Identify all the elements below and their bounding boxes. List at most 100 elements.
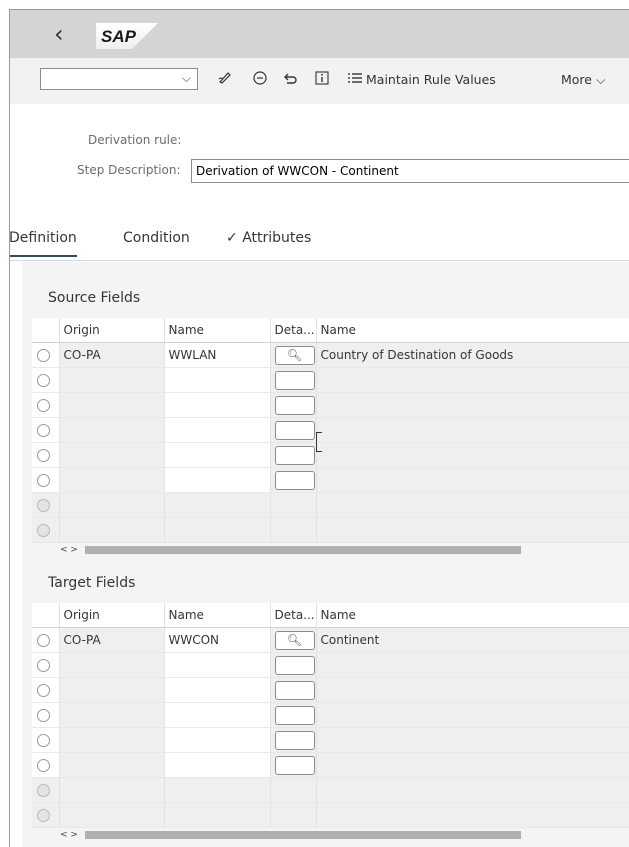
name-cell[interactable]: WWCON [164,627,271,653]
detail-button[interactable] [274,420,315,440]
row-selector[interactable] [32,627,60,653]
derivation-rule-label: Derivation rule: [88,133,182,147]
detail-cell [270,802,317,828]
scrollbar-thumb[interactable] [85,831,521,839]
description-cell [316,417,629,443]
description-cell: Country of Destination of Goods [316,342,629,368]
info-icon[interactable] [314,70,330,91]
column-header-name: Name [164,318,271,343]
detail-button[interactable] [274,470,315,490]
row-selector[interactable] [32,342,60,368]
name-cell[interactable] [164,752,271,778]
minus-circle-icon[interactable] [252,70,268,91]
detail-cell [270,752,317,778]
name-cell[interactable] [164,417,271,443]
tab-bar: Definition Condition ✓ Attributes [10,228,629,262]
table-row[interactable] [32,467,629,493]
name-cell[interactable] [164,702,271,728]
detail-button[interactable] [274,655,315,675]
table-row[interactable] [32,417,629,443]
radio-button[interactable] [37,709,50,722]
radio-button[interactable] [37,684,50,697]
table-row[interactable] [32,367,629,393]
name-cell[interactable] [164,367,271,393]
detail-button[interactable] [274,370,315,390]
table-row[interactable] [32,727,629,753]
more-button[interactable]: More ⌵ [561,71,605,89]
table-row[interactable]: CO-PA WWLAN 🔍︎ Country of Destination of… [32,342,629,368]
radio-button[interactable] [37,399,50,412]
radio-button [37,524,50,537]
row-selector[interactable] [32,752,60,778]
target-horizontal-scrollbar[interactable]: < > [32,830,629,840]
detail-button[interactable] [274,445,315,465]
scroll-arrows-icon[interactable]: < > [60,545,78,555]
origin-cell [59,517,165,543]
radio-button[interactable] [37,659,50,672]
detail-button[interactable] [274,755,315,775]
scroll-arrows-icon[interactable]: < > [60,830,78,840]
detail-button[interactable] [274,730,315,750]
name-cell[interactable] [164,727,271,753]
target-fields-title: Target Fields [48,575,136,591]
row-selector[interactable] [32,392,60,418]
detail-button[interactable] [274,705,315,725]
name-cell[interactable] [164,652,271,678]
name-cell[interactable] [164,467,271,493]
undo-icon[interactable] [283,70,299,91]
table-row[interactable]: CO-PA WWCON 🔍︎ Continent [32,627,629,653]
detail-button[interactable]: 🔍︎ [274,630,315,650]
detail-cell: 🔍︎ [270,342,317,368]
target-fields-table: Origin Name Deta... Name CO-PA WWCON 🔍︎ … [32,603,629,828]
list-icon[interactable] [347,70,363,91]
row-selector[interactable] [32,652,60,678]
row-selector[interactable] [32,702,60,728]
radio-button[interactable] [37,474,50,487]
scrollbar-thumb[interactable] [85,546,521,554]
tab-divider [10,260,629,261]
table-row[interactable] [32,752,629,778]
row-selector[interactable] [32,442,60,468]
radio-button[interactable] [37,349,50,362]
table-row[interactable] [32,677,629,703]
table-row[interactable] [32,652,629,678]
step-description-input[interactable]: Derivation of WWCON - Continent [191,159,629,183]
name-cell[interactable] [164,392,271,418]
name-cell[interactable] [164,442,271,468]
radio-button[interactable] [37,759,50,772]
detail-button[interactable]: 🔍︎ [274,345,315,365]
source-horizontal-scrollbar[interactable]: < > [32,545,629,555]
variant-select[interactable]: ⌵ [40,68,198,90]
row-selector[interactable] [32,417,60,443]
detail-cell [270,777,317,803]
radio-button[interactable] [37,424,50,437]
radio-button[interactable] [37,734,50,747]
table-row[interactable] [32,442,629,468]
table-row[interactable] [32,702,629,728]
row-selector[interactable] [32,727,60,753]
maintain-rule-values-button[interactable]: Maintain Rule Values [366,71,496,89]
row-selector[interactable] [32,677,60,703]
app-window: ‹ SAP ⌵ Maintain Rule Values More ⌵ Deri… [9,9,629,847]
tab-definition[interactable]: Definition [10,228,77,257]
radio-button[interactable] [37,374,50,387]
origin-cell [59,392,165,418]
name-cell[interactable] [164,677,271,703]
tab-condition[interactable]: Condition [123,228,190,248]
row-selector[interactable] [32,367,60,393]
origin-cell [59,777,165,803]
table-row[interactable] [32,392,629,418]
tab-attributes[interactable]: ✓ Attributes [226,228,311,248]
text-cursor [316,432,322,452]
edit-icon[interactable] [217,70,233,91]
row-selector[interactable] [32,467,60,493]
detail-button[interactable] [274,395,315,415]
table-row [32,517,629,543]
radio-button[interactable] [37,634,50,647]
name-cell[interactable]: WWLAN [164,342,271,368]
search-icon: 🔍︎ [286,632,303,647]
detail-button[interactable] [274,680,315,700]
radio-button[interactable] [37,449,50,462]
detail-cell [270,517,317,543]
back-button[interactable]: ‹ [54,18,64,50]
